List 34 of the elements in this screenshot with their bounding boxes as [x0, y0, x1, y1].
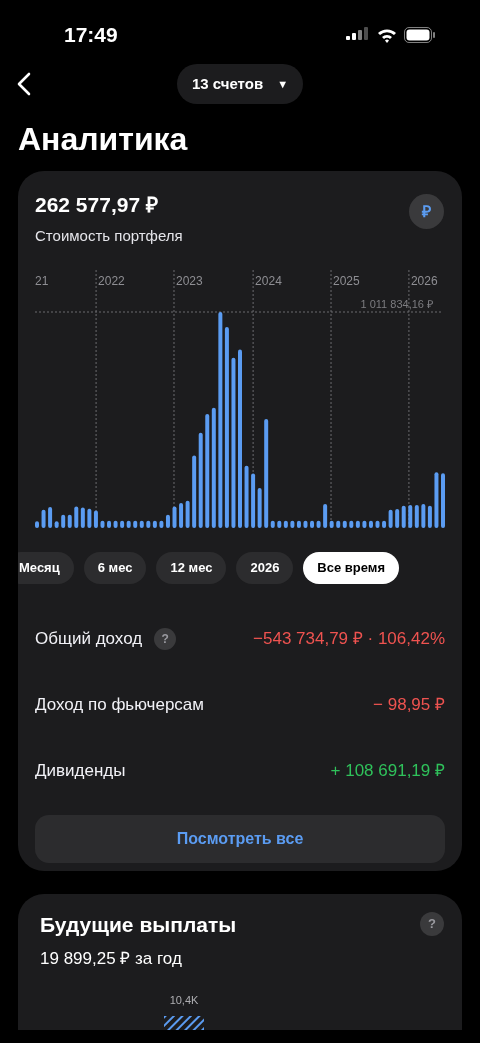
axis-label: 2022: [98, 272, 125, 290]
row-label: Дивиденды: [35, 759, 126, 782]
row-value: − 98,95 ₽: [373, 693, 445, 716]
currency-badge[interactable]: ₽: [409, 194, 444, 229]
axis-label: 2026: [410, 272, 438, 290]
axis-label: 2025: [333, 272, 360, 290]
card-title: Будущие выплаты: [40, 912, 237, 938]
help-icon[interactable]: ?: [420, 912, 444, 936]
axis-label: 2024: [255, 272, 282, 290]
axis-label: 21: [35, 272, 49, 290]
help-icon[interactable]: ?: [154, 627, 177, 650]
view-all-button[interactable]: Посмотреть все: [35, 814, 445, 863]
row-value: −543 734,79 ₽ · 106,42%: [253, 627, 445, 650]
row-value: + 108 691,19 ₽: [330, 759, 445, 782]
bar-value-label: 10,4K: [169, 992, 199, 1008]
wifi-icon: [377, 27, 397, 43]
portfolio-label: Стоимость портфеля: [35, 226, 183, 246]
caret-icon: ▼: [277, 75, 289, 93]
portfolio-value: 262 577,97 ₽: [35, 192, 159, 218]
period-tab[interactable]: Все время: [303, 551, 399, 584]
period-tab[interactable]: 6 мес: [83, 551, 147, 584]
period-tab[interactable]: Месяц: [18, 551, 74, 584]
row-label: Доход по фьючерсам: [35, 693, 204, 716]
row-label: Общий доход: [35, 627, 143, 650]
max-value-label: 1 011 834,16 ₽: [360, 296, 433, 312]
axis-label: 2023: [176, 272, 203, 290]
accounts-dropdown[interactable]: 13 счетов ▼: [176, 64, 304, 104]
period-tab[interactable]: 2026: [236, 551, 294, 584]
period-tab[interactable]: 12 мес: [156, 551, 227, 584]
payout-summary: 19 899,25 ₽ за год: [40, 948, 183, 970]
page-title: Аналитика: [17, 120, 189, 159]
battery-icon: [404, 27, 436, 43]
signal-icon: [346, 27, 370, 43]
status-time: 17:49: [64, 22, 118, 49]
